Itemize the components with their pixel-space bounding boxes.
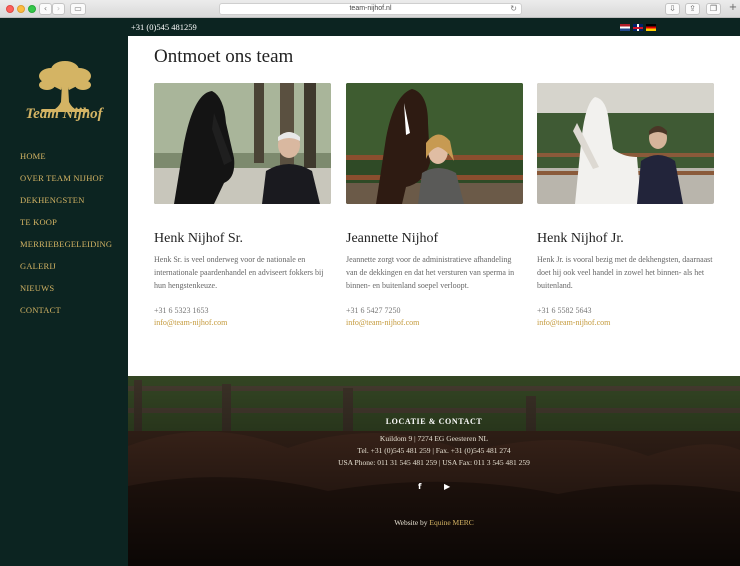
download-icon: ⇩ (669, 4, 676, 13)
minimize-window-button[interactable] (17, 5, 25, 13)
sidebar-toggle-button[interactable]: ▭ (70, 3, 86, 15)
youtube-icon[interactable]: ▶ (444, 482, 450, 491)
team-photo (346, 83, 523, 204)
member-description: Henk Sr. is veel onderweg voor de nation… (154, 255, 324, 290)
chevron-left-icon: ‹ (43, 4, 48, 13)
share-icon: ⇪ (689, 4, 696, 13)
member-phone[interactable]: +31 6 5323 1653 (154, 305, 331, 317)
member-description: Jeannette zorgt voor de administratieve … (346, 255, 515, 290)
footer-heading: LOCATIE & CONTACT (385, 417, 483, 426)
share-button[interactable]: ⇪ (685, 3, 700, 15)
menu-item-nieuws[interactable]: NIEUWS (20, 282, 112, 304)
menu-item-home[interactable]: HOME (20, 150, 112, 172)
header-phone[interactable]: +31 (0)545 481259 (131, 22, 197, 32)
tabs-icon: ❐ (709, 4, 718, 13)
footer-credit: Website by Equine MERC (128, 518, 740, 527)
sidebar-icon: ▭ (74, 4, 82, 13)
back-button[interactable]: ‹ (39, 3, 52, 15)
downloads-button[interactable]: ⇩ (665, 3, 680, 15)
member-email-link[interactable]: info@team-nijhof.com (537, 317, 714, 329)
flag-de-icon[interactable] (646, 24, 656, 31)
member-phone[interactable]: +31 6 5427 7250 (346, 305, 523, 317)
menu-item-contact[interactable]: CONTACT (20, 304, 112, 326)
menu-item-over-team-nijhof[interactable]: OVER TEAM NIJHOF (20, 172, 112, 194)
team-card: Henk Nijhof Sr. Henk Sr. is veel onderwe… (154, 83, 331, 329)
member-phone[interactable]: +31 6 5582 5643 (537, 305, 714, 317)
member-email-link[interactable]: info@team-nijhof.com (346, 317, 523, 329)
close-window-button[interactable] (6, 5, 14, 13)
facebook-icon[interactable]: f (418, 482, 421, 491)
footer-tel-fax: Tel. +31 (0)545 481 259 | Fax. +31 (0)54… (357, 446, 511, 455)
footer-usa-contact: USA Phone: 011 31 545 481 259 | USA Fax:… (338, 458, 530, 467)
team-photo (537, 83, 714, 204)
main-menu: HOME OVER TEAM NIJHOF DEKHENGSTEN TE KOO… (20, 150, 112, 326)
url-text: team-nijhof.nl (349, 5, 392, 12)
address-bar[interactable]: team-nijhof.nl ↻ (219, 3, 522, 15)
browser-toolbar: ‹ › ▭ team-nijhof.nl ↻ ⇩ ⇪ ❐ + (0, 0, 740, 18)
member-email-link[interactable]: info@team-nijhof.com (154, 317, 331, 329)
member-name: Henk Nijhof Jr. (537, 231, 624, 246)
team-card: Henk Nijhof Jr. Henk Jr. is vooral bezig… (537, 83, 714, 329)
menu-item-te-koop[interactable]: TE KOOP (20, 216, 112, 238)
main-content: Ontmoet ons team Henk Nijhof Sr. Henk Sr… (128, 36, 740, 376)
menu-item-galerij[interactable]: GALERIJ (20, 260, 112, 282)
sidebar: Team Nijhof HOME OVER TEAM NIJHOF DEKHEN… (0, 18, 128, 566)
forward-button[interactable]: › (52, 3, 65, 15)
logo-text[interactable]: Team Nijhof (0, 106, 128, 123)
team-card: Jeannette Nijhof Jeannette zorgt voor de… (346, 83, 523, 329)
credit-link[interactable]: Equine MERC (429, 518, 473, 527)
top-bar: +31 (0)545 481259 (128, 18, 740, 36)
credit-prefix: Website by (394, 518, 430, 527)
member-name: Jeannette Nijhof (346, 231, 439, 246)
new-tab-button[interactable]: + (727, 3, 739, 15)
footer-address: Kuildom 9 | 7274 EG Geesteren NL (379, 434, 489, 443)
team-photo (154, 83, 331, 204)
chevron-right-icon: › (56, 4, 61, 13)
menu-item-dekhengsten[interactable]: DEKHENGSTEN (20, 194, 112, 216)
footer-background-image (128, 376, 740, 566)
menu-item-merriebegeleiding[interactable]: MERRIEBEGELEIDING (20, 238, 112, 260)
plus-icon: + (728, 2, 738, 13)
page-title: Ontmoet ons team (154, 46, 294, 67)
footer: LOCATIE & CONTACT Kuildom 9 | 7274 EG Ge… (128, 376, 740, 566)
member-description: Henk Jr. is vooral bezig met de dekhengs… (537, 255, 713, 290)
member-name: Henk Nijhof Sr. (154, 231, 244, 246)
zoom-window-button[interactable] (28, 5, 36, 13)
flag-nl-icon[interactable] (620, 24, 630, 31)
reload-icon[interactable]: ↻ (510, 4, 517, 14)
tabs-overview-button[interactable]: ❐ (706, 3, 721, 15)
flag-en-icon[interactable] (633, 24, 643, 31)
